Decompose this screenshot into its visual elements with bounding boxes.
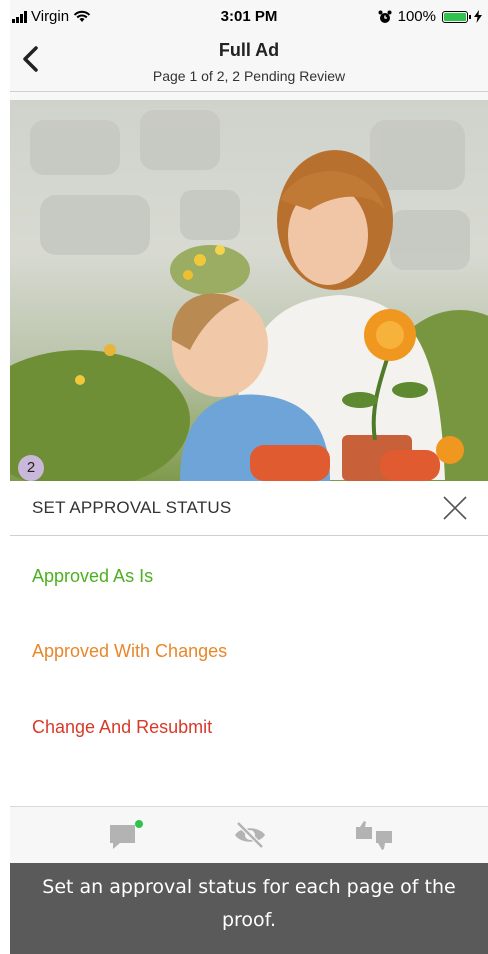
close-button[interactable] — [442, 495, 468, 521]
thumbs-icon — [356, 821, 392, 850]
approval-button[interactable] — [354, 819, 392, 851]
hide-markup-button[interactable] — [232, 819, 268, 851]
page-number-badge: 2 — [18, 455, 44, 481]
comment-icon — [110, 820, 143, 849]
nav-header: Full Ad Page 1 of 2, 2 Pending Review — [10, 34, 488, 92]
ad-photo-illustration — [10, 110, 488, 481]
comments-button[interactable] — [108, 819, 144, 851]
battery-icon — [442, 10, 471, 23]
sheet-title: SET APPROVAL STATUS — [32, 498, 232, 517]
close-icon — [443, 496, 467, 520]
coach-tooltip: Set an approval status for each page of … — [10, 863, 488, 954]
hide-icon — [235, 821, 265, 849]
change-and-resubmit-option[interactable]: Change And Resubmit — [32, 717, 212, 738]
page-title: Full Ad — [218, 40, 280, 60]
status-right: 100% — [378, 8, 482, 25]
status-bar: Virgin 3:01 PM 100% — [10, 0, 488, 34]
ad-proof-image[interactable] — [10, 100, 488, 481]
alarm-icon — [378, 10, 392, 23]
charging-icon — [474, 10, 482, 23]
battery-percent: 100% — [397, 8, 436, 25]
approved-with-changes-option[interactable]: Approved With Changes — [32, 641, 227, 662]
bottom-toolbar — [10, 806, 488, 863]
sheet-header: SET APPROVAL STATUS — [10, 481, 488, 536]
phone-screen: Virgin 3:01 PM 100% Full Ad Page 1 of 2,… — [10, 0, 488, 954]
approved-as-is-option[interactable]: Approved As Is — [32, 566, 153, 587]
page-subtitle: Page 1 of 2, 2 Pending Review — [152, 68, 346, 84]
